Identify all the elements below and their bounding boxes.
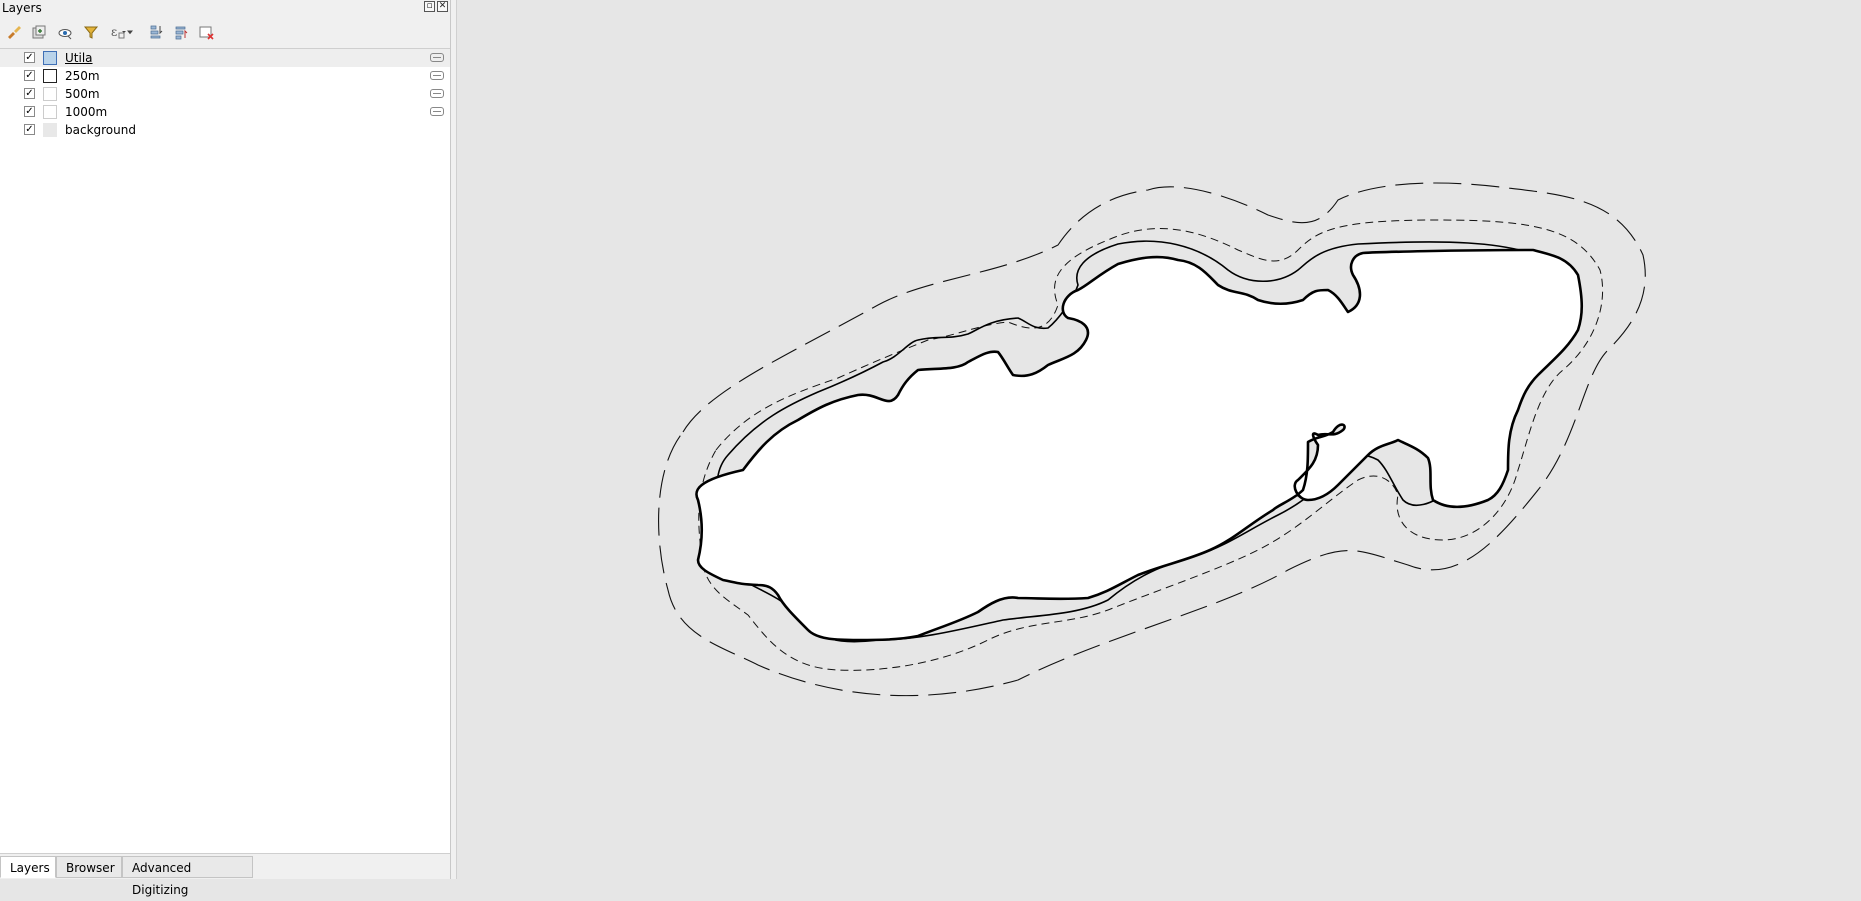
- chevron-down-icon[interactable]: [124, 22, 136, 42]
- restore-icon[interactable]: ▫: [424, 1, 435, 12]
- layer-checkbox[interactable]: ✓: [24, 88, 35, 99]
- layer-row-background[interactable]: ✓ background: [0, 121, 450, 139]
- filter-indicator-icon[interactable]: [430, 53, 444, 62]
- layer-checkbox[interactable]: ✓: [24, 70, 35, 81]
- layer-checkbox[interactable]: ✓: [24, 52, 35, 63]
- layer-row-250m[interactable]: ✓ 250m: [0, 67, 450, 85]
- layer-row-500m[interactable]: ✓ 500m: [0, 85, 450, 103]
- tab-browser[interactable]: Browser: [56, 856, 122, 878]
- layer-label: background: [65, 123, 136, 137]
- layer-symbol: [43, 51, 57, 65]
- layer-label: Utila: [65, 51, 93, 65]
- map-canvas[interactable]: [458, 0, 1861, 879]
- layer-symbol: [43, 87, 57, 101]
- layers-panel: Layers ▫ ✕ ε ✓ Utila ✓ 250m ✓ 500m ✓ 100…: [0, 0, 451, 897]
- island-utila: [695, 248, 1584, 642]
- panel-title: Layers: [2, 1, 42, 15]
- filter-indicator-icon[interactable]: [430, 71, 444, 80]
- layer-label: 1000m: [65, 105, 108, 119]
- tab-layers[interactable]: Layers: [0, 856, 56, 878]
- layer-row-1000m[interactable]: ✓ 1000m: [0, 103, 450, 121]
- layer-symbol: [43, 105, 57, 119]
- layer-tree: ✓ Utila ✓ 250m ✓ 500m ✓ 1000m ✓ backgrou…: [0, 48, 450, 854]
- filter-indicator-icon[interactable]: [430, 89, 444, 98]
- visibility-icon[interactable]: [55, 22, 75, 42]
- expand-all-icon[interactable]: [146, 22, 166, 42]
- collapse-all-icon[interactable]: [171, 22, 191, 42]
- layer-checkbox[interactable]: ✓: [24, 124, 35, 135]
- dock-tabs: Layers Browser Advanced Digitizing: [0, 856, 451, 897]
- add-group-icon[interactable]: [29, 22, 49, 42]
- panel-splitter[interactable]: [451, 0, 457, 879]
- layer-label: 250m: [65, 69, 100, 83]
- map-svg: [658, 182, 1646, 697]
- filter-indicator-icon[interactable]: [430, 107, 444, 116]
- layer-label: 500m: [65, 87, 100, 101]
- style-manager-icon[interactable]: [4, 22, 24, 42]
- layer-checkbox[interactable]: ✓: [24, 106, 35, 117]
- layers-toolbar: ε: [4, 22, 444, 42]
- svg-text:ε: ε: [111, 25, 117, 39]
- layer-row-utila[interactable]: ✓ Utila: [0, 49, 450, 67]
- close-icon[interactable]: ✕: [437, 1, 448, 12]
- remove-layer-icon[interactable]: [196, 22, 216, 42]
- filter-legend-icon[interactable]: [81, 22, 101, 42]
- layer-symbol: [43, 69, 57, 83]
- tab-advanced-digitizing[interactable]: Advanced Digitizing: [122, 856, 253, 897]
- layer-symbol: [43, 123, 57, 137]
